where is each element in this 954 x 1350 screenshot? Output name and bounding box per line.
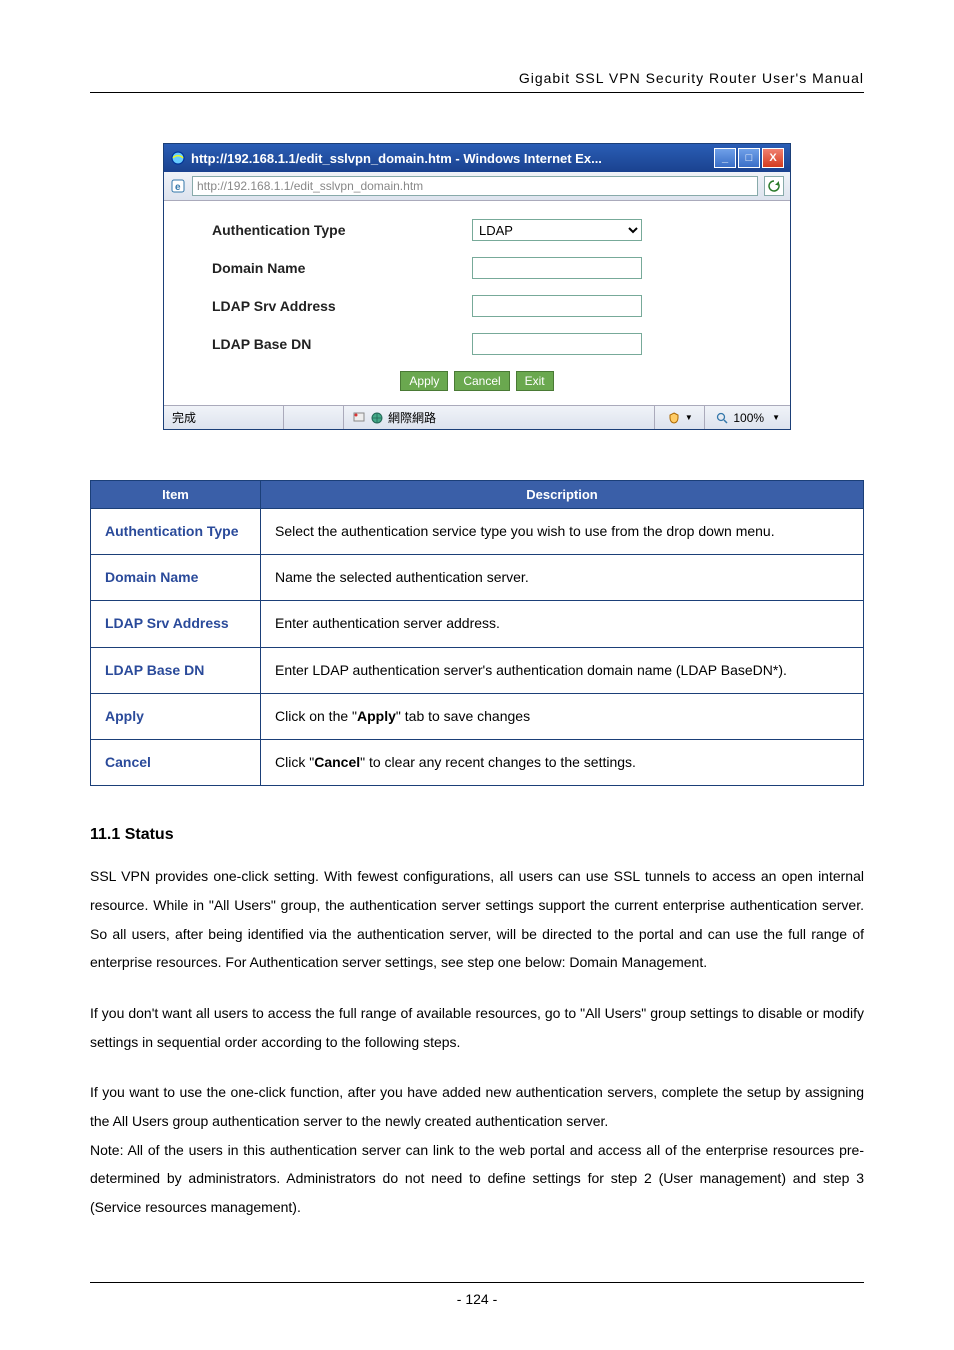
ldap-srv-input[interactable] [472, 295, 642, 317]
bold-label: Apply [357, 708, 396, 724]
domain-name-input[interactable] [472, 257, 642, 279]
table-row: LDAP Srv AddressEnter authentication ser… [91, 601, 864, 647]
apply-button[interactable]: Apply [400, 371, 448, 391]
cancel-button[interactable]: Cancel [454, 371, 509, 391]
refresh-icon[interactable] [764, 176, 784, 196]
zoom-level: 100% [733, 411, 764, 425]
browser-window: http://192.168.1.1/edit_sslvpn_domain.ht… [163, 143, 791, 430]
domain-name-label: Domain Name [212, 260, 472, 276]
item-cell: Cancel [91, 739, 261, 785]
zoom-icon [715, 411, 729, 425]
chevron-down-icon[interactable]: ▼ [685, 413, 693, 422]
item-cell: LDAP Srv Address [91, 601, 261, 647]
desc-cell: Click on the "Apply" tab to save changes [261, 693, 864, 739]
paragraph-1: SSL VPN provides one-click setting. With… [90, 862, 864, 977]
paragraph-4: Note: All of the users in this authentic… [90, 1136, 864, 1222]
maximize-button[interactable]: □ [738, 148, 760, 168]
svg-text:e: e [175, 182, 181, 193]
titlebar-text: http://192.168.1.1/edit_sslvpn_domain.ht… [191, 151, 602, 166]
ldap-basedn-label: LDAP Base DN [212, 336, 472, 352]
ldap-srv-label: LDAP Srv Address [212, 298, 472, 314]
ie-icon [170, 150, 186, 166]
status-done: 完成 [164, 406, 284, 429]
auth-type-label: Authentication Type [212, 222, 472, 238]
page-icon: e [170, 178, 186, 194]
zoom-chevron-icon[interactable]: ▼ [772, 413, 780, 422]
page-header: Gigabit SSL VPN Security Router User's M… [90, 70, 864, 93]
paragraph-2: If you don't want all users to access th… [90, 999, 864, 1056]
item-cell: LDAP Base DN [91, 647, 261, 693]
table-row: CancelClick "Cancel" to clear any recent… [91, 739, 864, 785]
th-item: Item [91, 481, 261, 509]
globe-icon [370, 411, 384, 425]
desc-cell: Select the authentication service type y… [261, 509, 864, 555]
dialog-content: Authentication Type LDAP Domain Name LDA… [164, 201, 790, 405]
page-footer: - 124 - [90, 1282, 864, 1307]
item-cell: Domain Name [91, 555, 261, 601]
status-net: 網際網路 [388, 409, 436, 426]
bold-label: Cancel [314, 754, 360, 770]
address-input[interactable] [192, 176, 758, 196]
ldap-basedn-input[interactable] [472, 333, 642, 355]
close-button[interactable]: X [762, 148, 784, 168]
desc-cell: Enter LDAP authentication server's authe… [261, 647, 864, 693]
item-cell: Authentication Type [91, 509, 261, 555]
description-table: Item Description Authentication TypeSele… [90, 480, 864, 786]
flag-icon [352, 411, 366, 425]
desc-cell: Name the selected authentication server. [261, 555, 864, 601]
table-row: Authentication TypeSelect the authentica… [91, 509, 864, 555]
desc-cell: Enter authentication server address. [261, 601, 864, 647]
auth-type-select[interactable]: LDAP [472, 219, 642, 241]
desc-cell: Click "Cancel" to clear any recent chang… [261, 739, 864, 785]
titlebar: http://192.168.1.1/edit_sslvpn_domain.ht… [164, 144, 790, 172]
table-row: Domain NameName the selected authenticat… [91, 555, 864, 601]
item-cell: Apply [91, 693, 261, 739]
minimize-button[interactable]: _ [714, 148, 736, 168]
paragraph-3: If you want to use the one-click functio… [90, 1078, 864, 1135]
statusbar: 完成 網際網路 ▼ 100% [164, 405, 790, 429]
section-title: 11.1 Status [90, 826, 864, 844]
table-row: ApplyClick on the "Apply" tab to save ch… [91, 693, 864, 739]
security-icon [667, 411, 681, 425]
table-row: LDAP Base DNEnter LDAP authentication se… [91, 647, 864, 693]
addressbar: e [164, 172, 790, 201]
th-desc: Description [261, 481, 864, 509]
exit-button[interactable]: Exit [516, 371, 554, 391]
